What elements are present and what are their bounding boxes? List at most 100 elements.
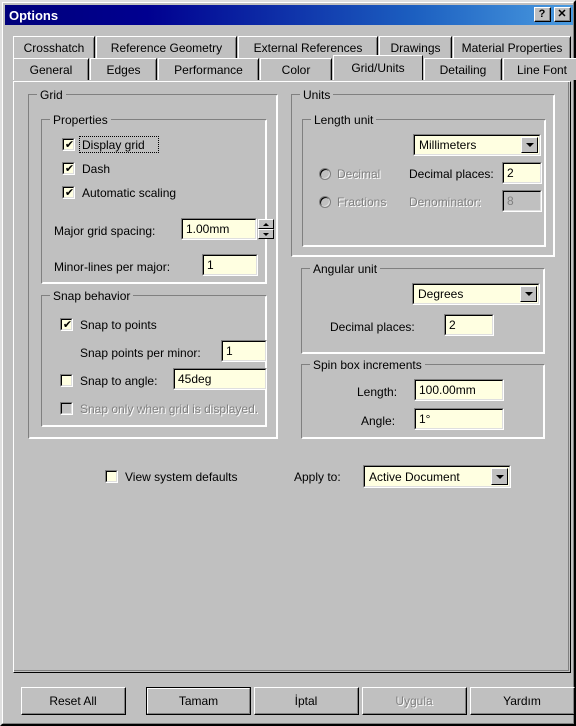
- snap-to-angle-label: Snap to angle:: [80, 374, 158, 388]
- options-dialog: Options ? ✕ Crosshatch Reference Geometr…: [0, 0, 576, 726]
- close-icon[interactable]: ✕: [554, 7, 571, 22]
- tab-label: Material Properties: [461, 40, 563, 55]
- units-group: Units Length unit Millimeters Decimal De…: [291, 88, 555, 257]
- checkmark-icon: ✔: [62, 318, 73, 331]
- chevron-down-icon[interactable]: [491, 468, 508, 485]
- tab-line-font[interactable]: Line Font: [503, 58, 576, 80]
- tab-material-properties[interactable]: Material Properties: [453, 36, 571, 58]
- snap-points-per-minor-value: 1: [222, 341, 266, 361]
- apply-label: Uygula: [363, 688, 466, 714]
- angular-decimal-places-label: Decimal places:: [330, 320, 415, 334]
- display-grid-text: Display grid: [82, 138, 145, 152]
- length-decimal-places-value: 2: [503, 163, 541, 183]
- snap-points-per-minor-label: Snap points per minor:: [80, 346, 201, 360]
- cancel-button[interactable]: İptal: [254, 687, 359, 715]
- denominator-input: 8: [502, 190, 542, 212]
- tab-crosshatch[interactable]: Crosshatch: [13, 36, 95, 58]
- spin-angle-label: Angle:: [361, 414, 396, 428]
- dash-label: Dash: [82, 162, 111, 176]
- major-grid-spacing-input[interactable]: 1.00mm: [181, 218, 257, 240]
- help-button[interactable]: Yardım: [470, 687, 575, 715]
- spin-length-input[interactable]: 100.00mm: [414, 379, 504, 401]
- major-grid-spacing-label: Major grid spacing:: [54, 224, 156, 238]
- spin-angle-value: 1°: [415, 409, 503, 429]
- tab-performance[interactable]: Performance: [158, 58, 259, 80]
- dialog-button-bar: Reset All Tamam İptal Uygula Yardım: [13, 687, 575, 717]
- checkmark-icon: ✔: [64, 186, 75, 199]
- spin-length-label: Length:: [357, 385, 398, 399]
- decimal-places-label: Decimal places:: [409, 167, 494, 181]
- tab-label: Detailing: [439, 62, 487, 77]
- length-unit-group: Length unit Millimeters Decimal Decimal …: [302, 113, 546, 247]
- snap-behavior-group-label: Snap behavior: [50, 289, 134, 303]
- fractions-label: Fractions: [337, 195, 387, 209]
- tab-strip: Crosshatch Reference Geometry External R…: [13, 36, 576, 82]
- ok-button[interactable]: Tamam: [146, 687, 251, 715]
- apply-to-combo[interactable]: Active Document: [363, 465, 511, 488]
- angular-decimal-places-input[interactable]: 2: [444, 314, 494, 336]
- minor-lines-per-major-label: Minor-lines per major:: [54, 260, 171, 274]
- tab-label: Performance: [174, 62, 243, 77]
- tab-label: Drawings: [390, 40, 441, 55]
- tab-label: Reference Geometry: [110, 40, 223, 55]
- angular-unit-group-label: Angular unit: [310, 262, 381, 276]
- display-grid-label: Display grid: [82, 138, 145, 152]
- checkmark-icon: ✔: [64, 138, 75, 151]
- snap-points-per-minor-input[interactable]: 1: [221, 340, 267, 362]
- tab-label: Edges: [106, 62, 141, 77]
- major-grid-spacing-stepper[interactable]: [258, 219, 274, 239]
- dialog-inner-frame: Options ? ✕ Crosshatch Reference Geometr…: [2, 2, 576, 724]
- snap-to-points-checkbox[interactable]: ✔: [60, 318, 73, 331]
- help-icon[interactable]: ?: [534, 7, 551, 22]
- panel-inner-frame: Grid Properties ✔ Display grid ✔ Dash ✔: [14, 82, 569, 671]
- tab-label: Line Font: [516, 62, 568, 77]
- tab-label: Crosshatch: [23, 40, 85, 55]
- chevron-down-icon[interactable]: [520, 286, 537, 302]
- display-grid-checkbox[interactable]: ✔: [62, 138, 75, 151]
- snap-only-when-grid-displayed-checkbox: [60, 402, 73, 415]
- tab-label: General: [29, 62, 73, 77]
- snap-to-angle-input[interactable]: 45deg: [173, 368, 267, 390]
- length-unit-group-label: Length unit: [311, 113, 377, 127]
- help-label: Yardım: [471, 688, 574, 714]
- view-system-defaults-checkbox[interactable]: [105, 470, 118, 483]
- units-group-label: Units: [300, 88, 334, 102]
- reset-all-button[interactable]: Reset All: [21, 687, 126, 715]
- snap-to-angle-value: 45deg: [174, 369, 266, 389]
- angular-unit-group: Angular unit Degrees Decimal places: 2: [301, 262, 545, 354]
- length-unit-combo[interactable]: Millimeters: [413, 134, 541, 156]
- snap-to-points-label: Snap to points: [80, 318, 157, 332]
- automatic-scaling-label: Automatic scaling: [82, 186, 177, 200]
- snap-to-angle-checkbox[interactable]: [60, 374, 73, 387]
- dash-checkbox[interactable]: ✔: [62, 162, 75, 175]
- reset-all-label: Reset All: [22, 688, 125, 714]
- window-title: Options: [9, 7, 59, 23]
- tab-color[interactable]: Color: [260, 58, 332, 80]
- stepper-down-icon[interactable]: [258, 229, 274, 239]
- grid-group-label: Grid: [37, 88, 66, 102]
- checkmark-icon: ✔: [64, 162, 75, 175]
- tab-detailing[interactable]: Detailing: [424, 58, 502, 80]
- decimal-label: Decimal: [337, 167, 381, 181]
- tab-grid-units[interactable]: Grid/Units: [333, 55, 423, 80]
- grid-units-panel: Grid Properties ✔ Display grid ✔ Dash ✔: [13, 81, 571, 673]
- spin-angle-input[interactable]: 1°: [414, 408, 504, 430]
- angular-unit-combo[interactable]: Degrees: [412, 283, 540, 305]
- apply-to-selected-value: Active Document: [364, 466, 510, 487]
- tab-label: External References: [253, 40, 363, 55]
- title-bar[interactable]: Options ? ✕: [5, 5, 573, 25]
- tab-reference-geometry[interactable]: Reference Geometry: [96, 36, 237, 58]
- snap-behavior-group: Snap behavior ✔ Snap to points Snap poin…: [41, 289, 267, 427]
- properties-group-label: Properties: [50, 113, 111, 127]
- ok-label: Tamam: [147, 688, 250, 714]
- automatic-scaling-checkbox[interactable]: ✔: [62, 186, 75, 199]
- length-decimal-places-input[interactable]: 2: [502, 162, 542, 184]
- properties-group: Properties ✔ Display grid ✔ Dash ✔ Autom…: [41, 113, 274, 284]
- tab-general[interactable]: General: [13, 58, 89, 80]
- tab-edges[interactable]: Edges: [90, 58, 157, 80]
- stepper-up-icon[interactable]: [258, 219, 274, 229]
- close-icon-glyph: ✕: [555, 8, 570, 21]
- chevron-down-icon[interactable]: [521, 137, 538, 153]
- tab-label: Color: [281, 62, 311, 77]
- minor-lines-per-major-input[interactable]: 1: [202, 254, 258, 276]
